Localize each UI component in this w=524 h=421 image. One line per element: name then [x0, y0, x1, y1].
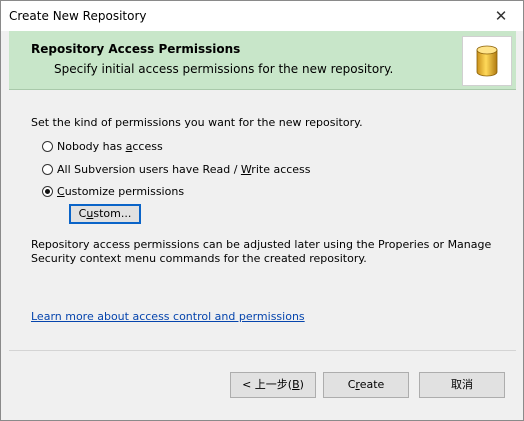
radio-all-users-read-write[interactable]: All Subversion users have Read / Write a… [42, 161, 311, 177]
database-cylinder-icon [462, 36, 512, 86]
wizard-header: Repository Access Permissions Specify in… [9, 31, 516, 90]
radio-all-users-label: All Subversion users have Read / Write a… [57, 162, 311, 176]
radio-circle[interactable] [42, 140, 53, 152]
back-button[interactable]: < 上一步(B) [230, 372, 316, 398]
radio-circle-checked[interactable] [42, 185, 53, 197]
radio-circle[interactable] [42, 163, 53, 175]
close-icon: ✕ [494, 7, 508, 25]
button-bar: < 上一步(B) Create 取消 [9, 350, 516, 413]
radio-customize-label: Customize permissions [57, 184, 185, 198]
permissions-note: Repository access permissions can be adj… [31, 238, 492, 265]
create-repository-dialog: Create New Repository ✕ Repository Acces… [0, 0, 524, 421]
create-button[interactable]: Create [323, 372, 409, 398]
permissions-panel: Set the kind of permissions you want for… [9, 90, 516, 350]
title-bar[interactable]: Create New Repository ✕ [1, 1, 523, 31]
header-title: Repository Access Permissions [31, 42, 241, 56]
radio-customize-permissions[interactable]: Customize permissions [42, 183, 184, 199]
close-button[interactable]: ✕ [479, 1, 523, 31]
window-title: Create New Repository [9, 9, 147, 23]
radio-nobody-access[interactable]: Nobody has access [42, 138, 163, 154]
learn-more-link[interactable]: Learn more about access control and perm… [31, 310, 305, 323]
cancel-button[interactable]: 取消 [419, 372, 505, 398]
header-subtitle: Specify initial access permissions for t… [54, 62, 394, 76]
intro-text: Set the kind of permissions you want for… [31, 116, 363, 129]
database-icon-graphic [476, 45, 498, 77]
radio-nobody-label: Nobody has access [57, 139, 163, 153]
custom-permissions-button[interactable]: Custom... [69, 204, 141, 224]
